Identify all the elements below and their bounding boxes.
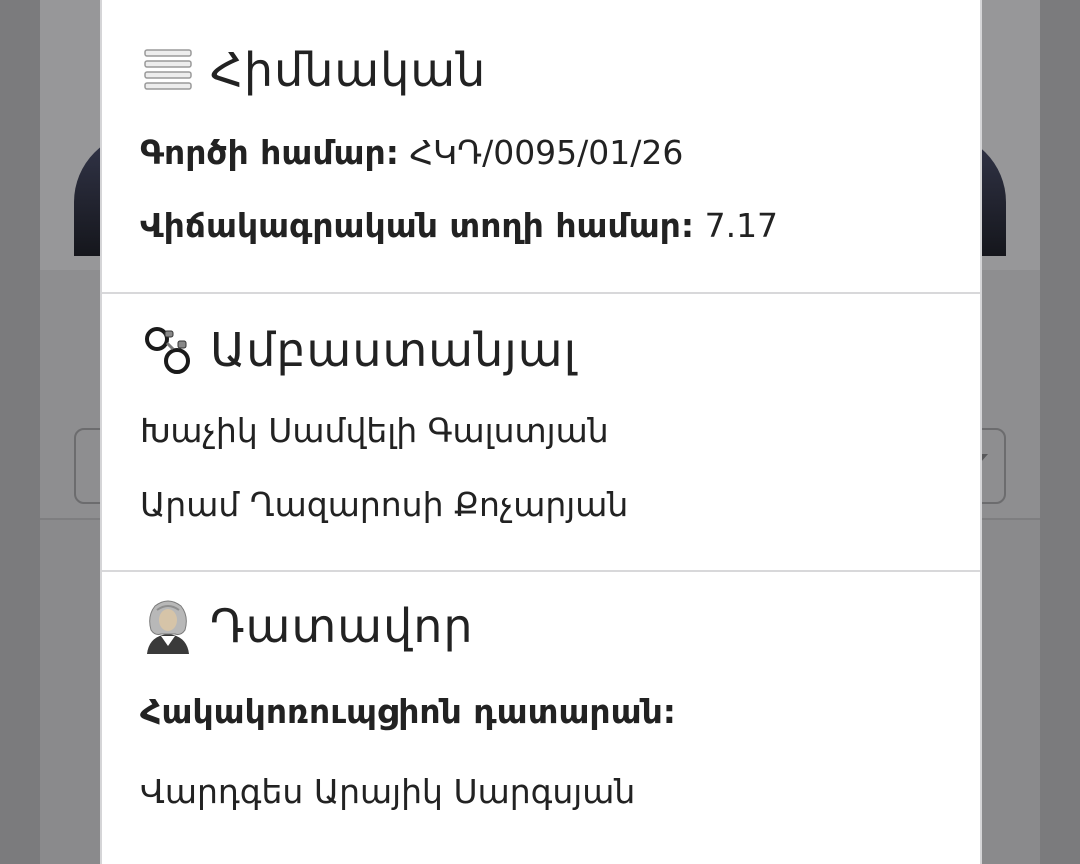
defendant-name: Արամ Ղազարոսի Քոչարյան: [140, 485, 629, 524]
judge-section-header: Դատավոր: [140, 598, 474, 654]
judge-section: Դատավոր Հակակոռուպցիոն դատարան: Վարդգես …: [102, 572, 980, 864]
defendant-section: Ամբաստանյալ Խաչիկ Սամվելի Գալստյան Արամ …: [102, 294, 980, 570]
judge-section-title: Դատավոր: [210, 599, 474, 653]
case-number-row: Գործի համար: ՀԿԴ/0095/01/26: [140, 133, 683, 172]
defendant-section-title: Ամբաստանյալ: [210, 323, 578, 377]
basic-section-header: Հիմնական: [140, 42, 486, 98]
judge-name: Վարդգես Արայիկ Սարգսյան: [140, 772, 636, 811]
court-label: Հակակոռուպցիոն դատարան:: [140, 692, 676, 731]
case-number-value: ՀԿԴ/0095/01/26: [409, 133, 684, 172]
defendant-section-header: Ամբաստանյալ: [140, 322, 577, 378]
list-icon: [140, 42, 196, 98]
lottery-line-value: 7.17: [704, 206, 779, 245]
defendant-name: Խաչիկ Սամվելի Գալստյան: [140, 411, 609, 450]
case-details-modal: Հիմնական Գործի համար: ՀԿԴ/0095/01/26 Վիճ…: [100, 0, 982, 864]
lottery-line-label: Վիճակագրական տողի համար:: [140, 206, 695, 245]
court-label-text: Հակակոռուպցիոն դատարան:: [140, 692, 676, 731]
lottery-line-row: Վիճակագրական տողի համար: 7.17: [140, 206, 778, 245]
handcuffs-icon: [140, 322, 196, 378]
case-number-label: Գործի համար:: [140, 133, 399, 172]
judge-icon: [140, 598, 196, 654]
basic-section: Հիմնական Գործի համար: ՀԿԴ/0095/01/26 Վիճ…: [102, 0, 980, 292]
basic-section-title: Հիմնական: [210, 43, 487, 97]
